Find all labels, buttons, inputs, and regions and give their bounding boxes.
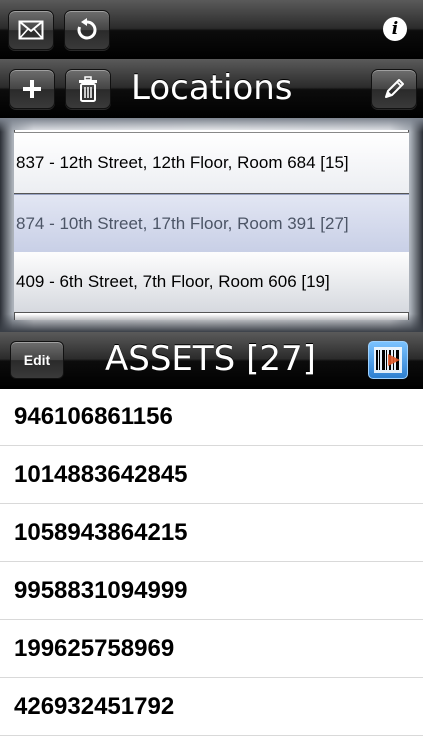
location-picker[interactable]: 837 - 12th Street, 12th Floor, Room 684 …	[0, 118, 423, 332]
edit-location-button[interactable]	[371, 69, 417, 109]
asset-row[interactable]: 1058943864215	[0, 504, 423, 562]
plus-icon	[23, 80, 41, 98]
pencil-icon	[385, 79, 404, 98]
delete-location-button[interactable]	[65, 69, 111, 109]
assets-title: ASSETS [27]	[105, 339, 316, 379]
refresh-button[interactable]	[64, 10, 110, 50]
picker-row-selected[interactable]: 874 - 10th Street, 17th Floor, Room 391 …	[14, 194, 409, 254]
mail-button[interactable]	[8, 10, 54, 50]
mail-icon	[18, 20, 44, 40]
asset-row[interactable]: 946106861156	[0, 388, 423, 446]
asset-row[interactable]: 9958831094999	[0, 562, 423, 620]
scan-barcode-button[interactable]	[368, 341, 408, 379]
asset-row[interactable]: 199625758969	[0, 620, 423, 678]
picker-row[interactable]: 409 - 6th Street, 7th Floor, Room 606 [1…	[14, 252, 409, 313]
info-button[interactable]: i	[383, 17, 407, 41]
asset-row[interactable]: 426932451792	[0, 678, 423, 736]
assets-toolbar: Edit ASSETS [27]	[0, 332, 423, 389]
picker-row[interactable]: 837 - 12th Street, 12th Floor, Room 684 …	[14, 132, 409, 194]
top-toolbar: i	[0, 0, 423, 60]
barcode-icon	[374, 347, 402, 373]
edit-assets-button[interactable]: Edit	[10, 341, 64, 379]
asset-row[interactable]: 1014883642845	[0, 446, 423, 504]
assets-list: 946106861156 1014883642845 1058943864215…	[0, 388, 423, 736]
info-icon: i	[391, 18, 399, 39]
locations-title: Locations	[131, 68, 293, 108]
add-location-button[interactable]	[9, 69, 55, 109]
refresh-icon	[77, 18, 97, 40]
trash-icon	[79, 76, 97, 102]
locations-toolbar: Locations	[0, 59, 423, 119]
